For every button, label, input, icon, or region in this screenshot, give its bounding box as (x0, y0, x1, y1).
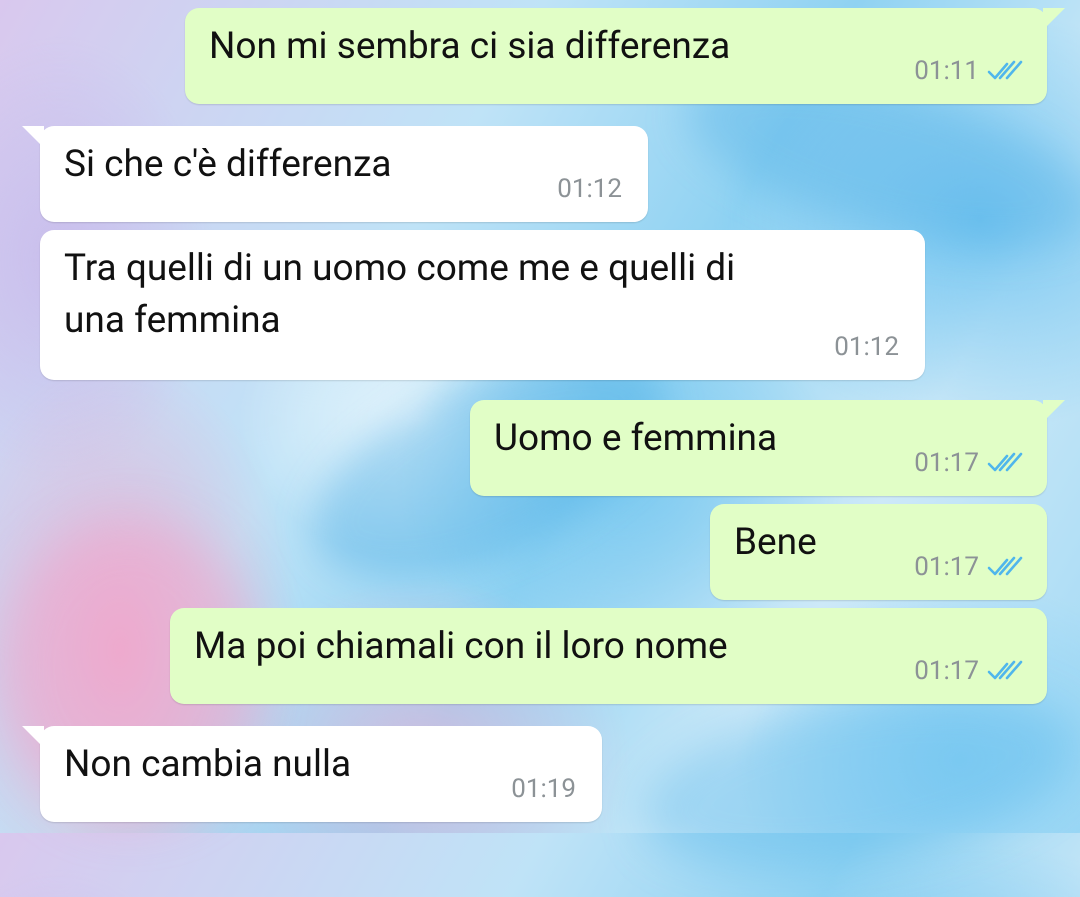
message-meta: 01:17 (914, 448, 1023, 478)
message-time: 01:19 (511, 774, 576, 804)
outgoing-message-bubble[interactable]: Uomo e femmina 01:17 (470, 400, 1065, 496)
message-time: 01:12 (834, 332, 899, 362)
message-meta: 01:19 (511, 774, 576, 804)
bubble-tail (22, 726, 44, 748)
message-time: 01:17 (914, 656, 979, 686)
outgoing-message-bubble[interactable]: Bene 01:17 (710, 504, 1047, 600)
double-check-read-icon (987, 60, 1023, 80)
incoming-message-bubble[interactable]: Non cambia nulla 01:19 (22, 726, 602, 822)
outgoing-message-bubble[interactable]: Non mi sembra ci sia differenza 01:11 (185, 8, 1065, 104)
message-meta: 01:12 (834, 332, 899, 362)
bubble-tail (22, 126, 44, 148)
message-time: 01:17 (914, 552, 979, 582)
message-meta: 01:17 (914, 552, 1023, 582)
incoming-message-bubble[interactable]: Tra quelli di un uomo come me e quelli d… (40, 230, 925, 380)
double-check-read-icon (987, 660, 1023, 680)
message-meta: 01:12 (557, 174, 622, 204)
message-time: 01:12 (557, 174, 622, 204)
incoming-message-bubble[interactable]: Si che c'è differenza 01:12 (22, 126, 648, 222)
message-time: 01:17 (914, 448, 979, 478)
message-meta: 01:17 (914, 656, 1023, 686)
double-check-read-icon (987, 556, 1023, 576)
outgoing-message-bubble[interactable]: Ma poi chiamali con il loro nome 01:17 (170, 608, 1047, 704)
bubble-tail (1043, 8, 1065, 30)
message-time: 01:11 (914, 56, 979, 86)
message-text: Tra quelli di un uomo come me e quelli d… (64, 247, 736, 342)
message-meta: 01:11 (914, 56, 1023, 86)
double-check-read-icon (987, 452, 1023, 472)
bubble-tail (1043, 400, 1065, 422)
